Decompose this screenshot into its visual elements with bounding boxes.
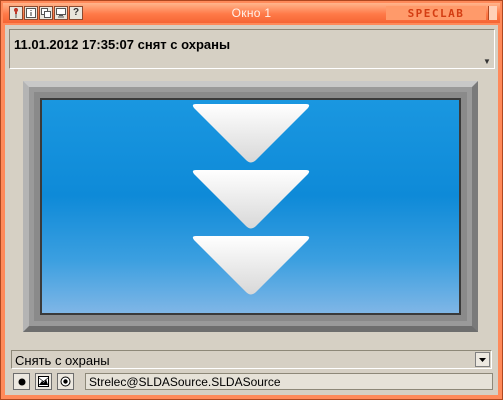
image-button[interactable]	[35, 373, 52, 390]
client-area: 11.01.2012 17:35:07 снят с охраны ▼ Снят…	[5, 25, 498, 395]
image-icon	[38, 376, 49, 387]
panel-frame	[23, 81, 478, 332]
chevron-down-icon	[479, 357, 486, 362]
record-icon	[18, 378, 25, 385]
down-arrow-icon	[192, 170, 309, 229]
event-log[interactable]: 11.01.2012 17:35:07 снят с охраны ▼	[9, 29, 495, 69]
command-select[interactable]: Снять с охраны	[11, 350, 492, 369]
record-button[interactable]	[13, 373, 30, 390]
target-icon	[60, 376, 71, 387]
triple-down-arrow-icon	[181, 104, 321, 298]
target-button[interactable]	[57, 373, 74, 390]
title-bar-scroll[interactable]	[488, 6, 497, 20]
down-arrow-icon	[192, 236, 309, 295]
command-select-value: Снять с охраны	[15, 353, 110, 368]
panel-bezel	[34, 92, 467, 321]
bottom-toolbar: Strelec@SLDASource.SLDASource	[11, 373, 495, 391]
window: ? Окно 1 SPECLAB 11.01.2012 17:35:07 сня…	[0, 0, 503, 400]
speclab-logo: SPECLAB	[386, 6, 486, 20]
event-scroll-down-icon[interactable]: ▼	[482, 56, 492, 66]
source-field[interactable]: Strelec@SLDASource.SLDASource	[85, 373, 493, 390]
status-screen	[40, 98, 461, 315]
down-arrow-icon	[192, 104, 309, 163]
event-text: 11.01.2012 17:35:07 снят с охраны	[14, 37, 231, 52]
source-text: Strelec@SLDASource.SLDASource	[89, 375, 281, 389]
command-select-arrow[interactable]	[475, 352, 490, 367]
title-bar[interactable]: ? Окно 1 SPECLAB	[3, 3, 500, 23]
